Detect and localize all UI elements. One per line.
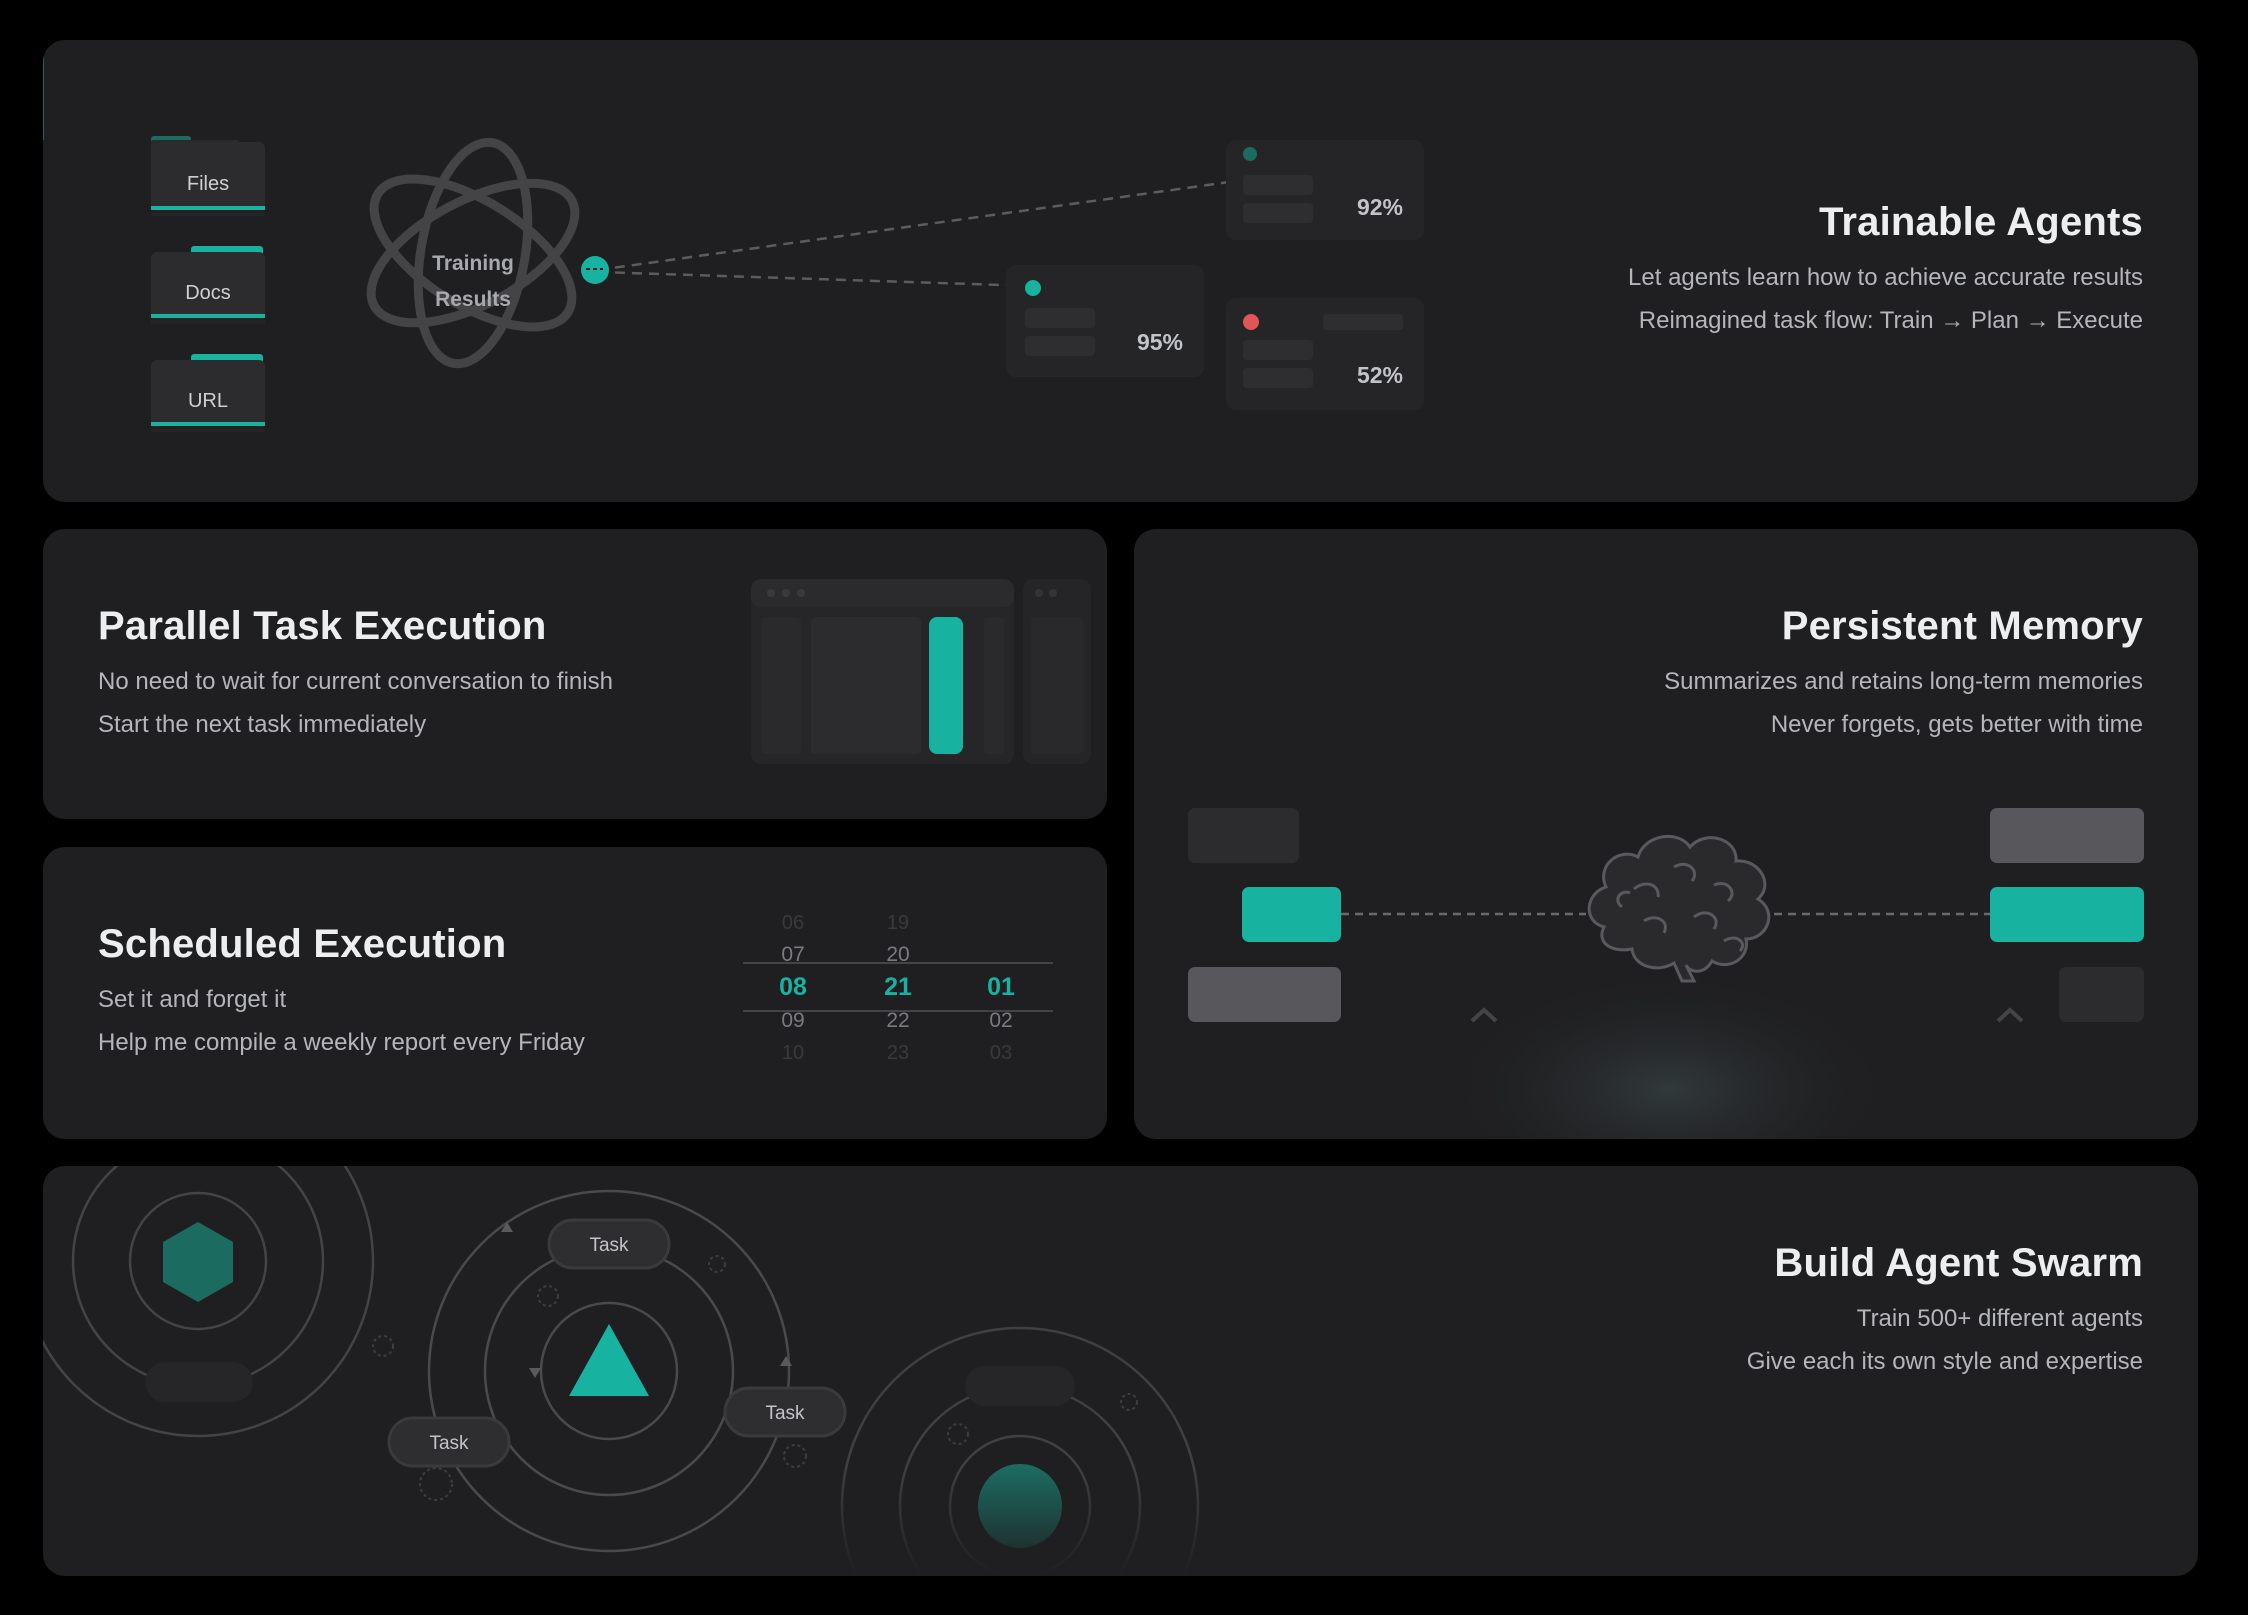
picker-min-0: 19 (887, 912, 909, 934)
picker-min-selected[interactable]: 21 (884, 973, 912, 1001)
source-label-docs: Docs (185, 282, 231, 304)
trainable-agents-card: Files Docs URL Training Results 92% 95% … (43, 40, 2198, 502)
memory-illustration (1188, 808, 2144, 1139)
picker-min-1: 20 (886, 943, 909, 966)
time-picker[interactable]: 06 07 08 09 10 19 20 21 22 23 01 02 03 (43, 847, 1107, 1139)
trainable-agents-title: Trainable Agents (1818, 200, 2143, 244)
triangle-icon (569, 1324, 649, 1396)
trainable-agents-line2: Reimagined task flow: Train → Plan → Exe… (1638, 307, 2143, 334)
score-52: 52% (1357, 362, 1403, 388)
task-pill-right-label: Task (765, 1403, 805, 1424)
source-label-url: URL (188, 390, 228, 412)
persistent-memory-card: Persistent Memory Summarizes and retains… (1134, 529, 2198, 1139)
progress-bar (929, 617, 963, 754)
task-pill-top-label: Task (589, 1235, 629, 1256)
picker-hour-0: 06 (782, 912, 804, 934)
scheduled-execution-card: Scheduled Execution Set it and forget it… (43, 847, 1107, 1139)
trainable-agents-line1: Let agents learn how to achieve accurate… (1628, 264, 2143, 291)
picker-hour-3: 09 (781, 1009, 804, 1032)
result-card-92 (1226, 140, 1424, 240)
parallel-task-card: Parallel Task Execution No need to wait … (43, 529, 1107, 819)
score-92: 92% (1357, 194, 1403, 220)
training-label-line2: Results (435, 288, 511, 311)
picker-hour-selected[interactable]: 08 (779, 973, 807, 1001)
hexagon-icon (163, 1222, 233, 1302)
training-label-line1: Training (432, 252, 514, 275)
picker-day-selected[interactable]: 01 (987, 973, 1015, 1001)
brain-icon (1587, 835, 1771, 983)
score-95: 95% (1137, 329, 1183, 355)
picker-hour-1: 07 (781, 943, 804, 966)
picker-min-3: 22 (886, 1009, 909, 1032)
picker-min-4: 23 (887, 1042, 909, 1064)
parallel-windows-illustration (751, 579, 1091, 764)
result-card-95 (1006, 265, 1204, 377)
picker-hour-4: 10 (782, 1042, 804, 1064)
result-card-52 (1226, 298, 1424, 410)
task-pill-left-label: Task (429, 1433, 469, 1454)
agent-swarm-card: Build Agent Swarm Train 500+ different a… (43, 1166, 2198, 1576)
swarm-illustration: Task Task Task (43, 1166, 1243, 1576)
picker-day-3: 02 (989, 1009, 1012, 1032)
source-label-files: Files (187, 173, 229, 195)
picker-day-4: 03 (990, 1042, 1012, 1064)
